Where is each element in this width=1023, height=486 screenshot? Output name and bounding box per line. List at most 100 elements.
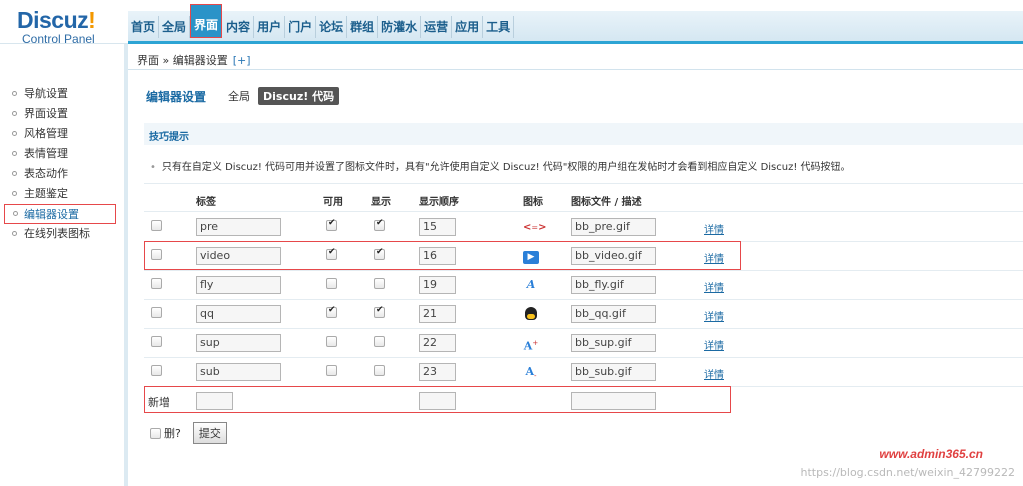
row-select-checkbox[interactable] — [151, 307, 162, 318]
tag-input[interactable]: fly — [196, 276, 281, 294]
table-row: qq 21 bb_qq.gif 详情 — [144, 299, 1023, 328]
breadcrumb-path: 界面 » 编辑器设置 — [137, 54, 228, 67]
logo[interactable]: Discuz! Control Panel — [17, 8, 117, 46]
sub-icon: A- — [525, 365, 537, 381]
detail-link[interactable]: 详情 — [704, 279, 724, 294]
circle-icon — [12, 191, 17, 196]
sidebar-item-label: 主题鉴定 — [24, 187, 68, 200]
header-order: 显示顺序 — [419, 197, 459, 208]
footer-row: 删? 提交 — [150, 422, 227, 444]
pre-icon: <=> — [523, 222, 547, 233]
row-select-checkbox[interactable] — [151, 336, 162, 347]
tag-input[interactable]: sup — [196, 334, 281, 352]
table-row: sup 22 A+ bb_sup.gif 详情 — [144, 328, 1023, 357]
order-input[interactable]: 21 — [419, 305, 456, 323]
icon-file-input[interactable]: bb_fly.gif — [571, 276, 656, 294]
sidebar-item-label: 编辑器设置 — [24, 208, 79, 221]
breadcrumb-add-button[interactable]: [+] — [233, 54, 251, 67]
watermark-url: https://blog.csdn.net/weixin_42799222 — [800, 466, 1015, 479]
detail-link[interactable]: 详情 — [704, 221, 724, 236]
nav-item[interactable]: 论坛 — [316, 16, 348, 38]
title-row: 编辑器设置 全局 Discuz! 代码 — [146, 87, 347, 105]
nav-item[interactable]: 工具 — [483, 16, 515, 38]
row-select-checkbox[interactable] — [151, 278, 162, 289]
detail-link[interactable]: 详情 — [704, 366, 724, 381]
display-checkbox[interactable] — [374, 278, 385, 289]
display-checkbox[interactable] — [374, 218, 385, 231]
sidebar-list: 导航设置 界面设置 风格管理表情管理表态动作主题鉴定编辑器设置在线列表图标 — [4, 84, 116, 244]
tag-input[interactable]: qq — [196, 305, 281, 323]
nav-item[interactable]: 内容 — [223, 16, 255, 38]
sidebar-item[interactable]: 编辑器设置 — [4, 204, 116, 224]
available-checkbox[interactable] — [326, 365, 337, 376]
fly-icon: A — [526, 278, 536, 291]
logo-text: Discuz! — [17, 7, 96, 33]
tag-input[interactable]: sub — [196, 363, 281, 381]
header-display: 显示 — [371, 197, 391, 208]
submit-button[interactable]: 提交 — [192, 422, 227, 444]
circle-icon — [12, 171, 17, 176]
nav-item[interactable]: 群组 — [347, 16, 379, 38]
sidebar-item-label: 表情管理 — [24, 147, 68, 160]
icon-file-input[interactable]: bb_qq.gif — [571, 305, 656, 323]
sidebar-item[interactable]: 在线列表图标 — [8, 224, 116, 244]
page-title: 编辑器设置 — [146, 89, 207, 104]
nav-item[interactable]: 应用 — [452, 16, 484, 38]
circle-icon — [12, 151, 17, 156]
sidebar-item[interactable]: 界面设置 — [8, 104, 116, 124]
nav-item[interactable]: 门户 — [285, 16, 317, 38]
bullet-icon: • — [150, 162, 156, 173]
nav-item[interactable]: 界面 — [190, 4, 223, 38]
order-input[interactable]: 23 — [419, 363, 456, 381]
display-checkbox[interactable] — [374, 365, 385, 376]
delete-all-checkbox[interactable] — [150, 427, 161, 439]
top-nav: 首页 全局 界面 内容 用户 门户 论坛 群组 防灌水 运营 应用 工具 — [128, 4, 515, 50]
breadcrumb-bar: 界面 » 编辑器设置 [+] — [128, 48, 1023, 70]
nav-item[interactable]: 首页 — [128, 16, 160, 38]
watermark-logo: www.admin365.cn — [879, 447, 983, 461]
subnav-discuz-code[interactable]: Discuz! 代码 — [258, 87, 340, 105]
order-input[interactable]: 22 — [419, 334, 456, 352]
subnav-all[interactable]: 全局 — [228, 88, 250, 104]
nav-item[interactable]: 全局 — [159, 16, 191, 38]
sidebar-item[interactable]: 表态动作 — [8, 164, 116, 184]
tips-title: 技巧提示 — [149, 132, 189, 143]
table-row: sub 23 A-bb_sub.gif 详情 — [144, 357, 1023, 386]
icon-file-input[interactable]: bb_pre.gif — [571, 218, 656, 236]
header-available: 可用 — [323, 197, 343, 208]
sidebar-item-label: 表态动作 — [24, 167, 68, 180]
icon-file-input[interactable]: bb_sup.gif — [571, 334, 656, 352]
sidebar-item[interactable]: 风格管理 — [8, 124, 116, 144]
circle-icon — [12, 91, 17, 96]
available-checkbox[interactable] — [326, 218, 337, 231]
available-checkbox[interactable] — [326, 305, 337, 318]
sidebar-item-label: 在线列表图标 — [24, 227, 90, 240]
row-divider — [144, 183, 1023, 184]
display-checkbox[interactable] — [374, 305, 385, 318]
circle-icon — [12, 131, 17, 136]
sidebar-item[interactable]: 主题鉴定 — [8, 184, 116, 204]
sidebar-item[interactable]: 表情管理 — [8, 144, 116, 164]
highlight-video-row — [144, 241, 741, 270]
available-checkbox[interactable] — [326, 336, 337, 347]
available-checkbox[interactable] — [326, 278, 337, 289]
sidebar-item[interactable]: 导航设置 — [8, 84, 116, 104]
order-input[interactable]: 15 — [419, 218, 456, 236]
tag-input[interactable]: pre — [196, 218, 281, 236]
display-checkbox[interactable] — [374, 336, 385, 347]
sup-icon: A+ — [523, 339, 539, 353]
nav-item[interactable]: 运营 — [421, 16, 453, 38]
qq-icon — [523, 307, 539, 321]
nav-item[interactable]: 防灌水 — [378, 16, 422, 38]
detail-link[interactable]: 详情 — [704, 337, 724, 352]
table-row: pre 15 <=> bb_pre.gif 详情 — [144, 212, 1023, 241]
icon-file-input[interactable]: bb_sub.gif — [571, 363, 656, 381]
circle-icon — [12, 231, 17, 236]
order-input[interactable]: 19 — [419, 276, 456, 294]
detail-link[interactable]: 详情 — [704, 308, 724, 323]
row-select-checkbox[interactable] — [151, 365, 162, 376]
sidebar: 导航设置 界面设置 风格管理表情管理表态动作主题鉴定编辑器设置在线列表图标 — [0, 44, 128, 486]
row-select-checkbox[interactable] — [151, 220, 162, 231]
circle-icon — [12, 111, 17, 116]
nav-item[interactable]: 用户 — [254, 16, 286, 38]
